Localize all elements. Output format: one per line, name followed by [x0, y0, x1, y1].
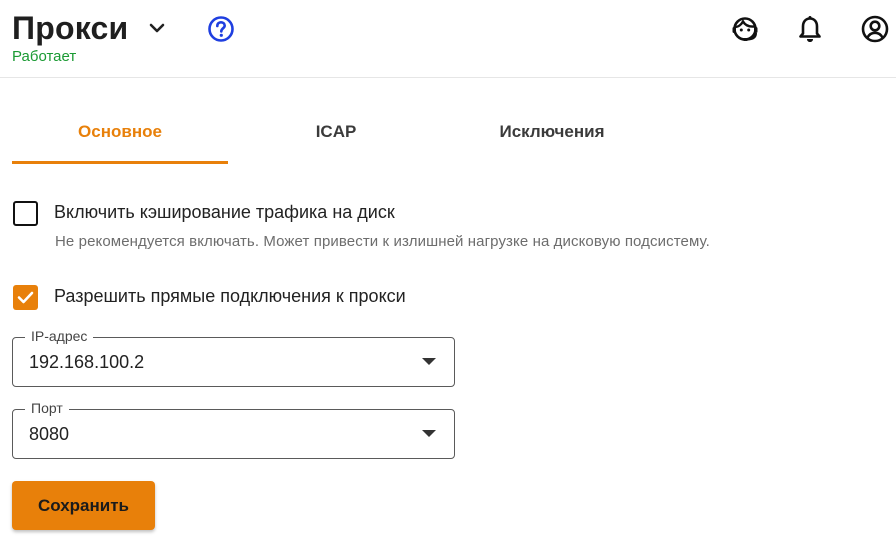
support-agent-icon[interactable] — [730, 14, 760, 44]
active-tab-indicator — [12, 161, 228, 164]
direct-connections-label[interactable]: Разрешить прямые подключения к прокси — [54, 286, 406, 307]
page-title: Прокси — [12, 10, 129, 46]
disk-cache-hint: Не рекомендуется включать. Может привест… — [55, 233, 710, 250]
dropdown-arrow-icon[interactable] — [422, 358, 436, 365]
port-select[interactable]: Порт 8080 — [12, 400, 455, 459]
dropdown-arrow-icon[interactable] — [422, 430, 436, 437]
account-circle-icon[interactable] — [860, 14, 890, 44]
port-value: 8080 — [29, 424, 70, 444]
app-header: Прокси Работает — [0, 0, 896, 78]
tab-exclusions[interactable]: Исключения — [444, 100, 660, 164]
tab-main[interactable]: Основное — [12, 100, 228, 164]
tab-icap[interactable]: ICAP — [228, 100, 444, 164]
ip-address-select[interactable]: IP-адрес 192.168.100.2 — [12, 328, 455, 387]
ip-address-field-label: IP-адрес — [25, 328, 94, 344]
port-field-label: Порт — [25, 400, 69, 416]
disk-cache-label[interactable]: Включить кэширование трафика на диск — [54, 202, 395, 223]
save-button[interactable]: Сохранить — [12, 481, 155, 530]
disk-cache-checkbox[interactable] — [13, 201, 38, 226]
ip-address-value: 192.168.100.2 — [29, 352, 145, 372]
help-circle-icon[interactable] — [207, 15, 235, 43]
bell-icon[interactable] — [795, 14, 825, 44]
tab-bar: Основное ICAP Исключения — [12, 100, 660, 164]
status-text: Работает — [12, 48, 77, 65]
chevron-down-icon[interactable] — [145, 16, 169, 40]
direct-connections-checkbox[interactable] — [13, 285, 38, 310]
checkmark-icon — [17, 291, 34, 304]
